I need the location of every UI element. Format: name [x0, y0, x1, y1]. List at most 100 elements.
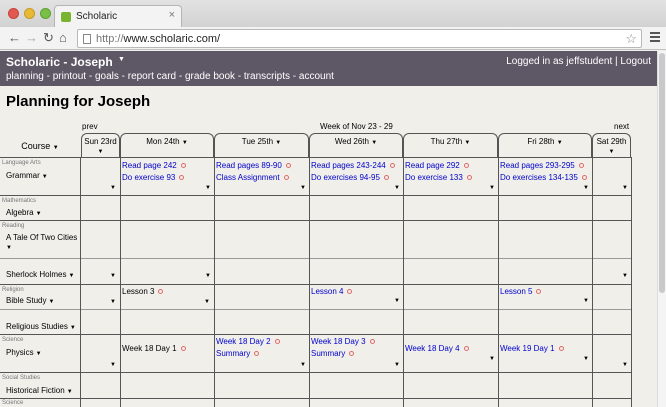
status-circle-icon[interactable]: [578, 163, 584, 169]
assignment-link[interactable]: Do exercise 133: [405, 173, 472, 182]
cell-menu-icon[interactable]: ▼: [204, 299, 210, 305]
day-header-sun[interactable]: Sun 23rd ▼: [81, 133, 120, 157]
cell-menu-icon[interactable]: ▼: [110, 362, 116, 368]
day-header-mon[interactable]: Mon 24th ▼: [120, 133, 214, 157]
course-historical-fiction[interactable]: Historical Fiction ▼: [6, 386, 73, 395]
browser-tab[interactable]: Scholaric ×: [54, 5, 182, 27]
status-circle-icon[interactable]: [581, 175, 587, 181]
status-circle-icon[interactable]: [180, 346, 186, 352]
assignment-link[interactable]: Summary: [216, 349, 260, 358]
bookmark-star-icon[interactable]: ☆: [625, 31, 637, 47]
cell-menu-icon[interactable]: ▼: [205, 185, 211, 191]
app-title[interactable]: Scholaric - Joseph: [6, 55, 113, 69]
status-circle-icon[interactable]: [347, 289, 353, 295]
status-circle-icon[interactable]: [369, 339, 375, 345]
cell-menu-icon[interactable]: ▼: [205, 273, 211, 279]
grid-line: [631, 157, 632, 407]
cell-menu-icon[interactable]: ▼: [583, 185, 589, 191]
course-sherlock-holmes[interactable]: Sherlock Holmes ▼: [6, 270, 74, 279]
status-circle-icon[interactable]: [389, 163, 395, 169]
assignment-link[interactable]: Week 18 Day 2: [216, 337, 280, 346]
login-status[interactable]: Logged in as jeffstudent | Logout: [506, 56, 651, 67]
status-circle-icon[interactable]: [349, 351, 355, 357]
cell-menu-icon[interactable]: ▼: [622, 273, 628, 279]
cell-menu-icon[interactable]: ▼: [394, 362, 400, 368]
course-algebra[interactable]: Algebra ▼: [6, 208, 42, 217]
prev-week-link[interactable]: prev: [82, 122, 98, 131]
tab-close-icon[interactable]: ×: [169, 9, 175, 21]
status-circle-icon[interactable]: [463, 163, 469, 169]
course-column-header[interactable]: Course ▼: [0, 136, 80, 158]
assignment-link[interactable]: Week 18 Day 1: [122, 344, 186, 353]
assignment-link[interactable]: Read pages 89-90: [216, 161, 291, 170]
status-circle-icon[interactable]: [274, 339, 280, 345]
day-header-wed[interactable]: Wed 26th ▼: [309, 133, 403, 157]
grid-line: [0, 309, 631, 310]
cell-menu-icon[interactable]: ▼: [110, 299, 116, 305]
status-circle-icon[interactable]: [283, 175, 289, 181]
assignment-link[interactable]: Do exercises 94-95: [311, 173, 389, 182]
cell-menu-icon[interactable]: ▼: [300, 362, 306, 368]
status-circle-icon[interactable]: [383, 175, 389, 181]
status-circle-icon[interactable]: [254, 351, 260, 357]
close-window-button[interactable]: [8, 8, 19, 19]
assignment-link[interactable]: Read pages 243-244: [311, 161, 395, 170]
status-circle-icon[interactable]: [463, 346, 469, 352]
assignment-link[interactable]: Do exercise 93: [122, 173, 185, 182]
course-grammar[interactable]: Grammar ▼: [6, 171, 48, 180]
day-header-fri[interactable]: Fri 28th ▼: [498, 133, 592, 157]
assignment-link[interactable]: Read pages 293-295: [500, 161, 584, 170]
cell-menu-icon[interactable]: ▼: [110, 273, 116, 279]
favicon-icon: [61, 12, 71, 22]
cell-menu-icon[interactable]: ▼: [489, 185, 495, 191]
address-bar[interactable]: http://www.scholaric.com/ ☆: [77, 29, 642, 48]
cell-menu-icon[interactable]: ▼: [583, 356, 589, 362]
cell-menu-icon[interactable]: ▼: [622, 185, 628, 191]
status-circle-icon[interactable]: [558, 346, 564, 352]
browser-menu-icon[interactable]: [650, 32, 660, 44]
day-header-thu[interactable]: Thu 27th ▼: [403, 133, 498, 157]
grid-line: [0, 157, 631, 158]
assignment-link[interactable]: Read page 242: [122, 161, 186, 170]
cell-menu-icon[interactable]: ▼: [394, 185, 400, 191]
status-circle-icon[interactable]: [180, 163, 186, 169]
reload-icon[interactable]: ↻: [43, 30, 54, 45]
status-circle-icon[interactable]: [179, 175, 185, 181]
assignment-link[interactable]: Lesson 3: [122, 287, 164, 296]
status-circle-icon[interactable]: [158, 289, 164, 295]
zoom-window-button[interactable]: [40, 8, 51, 19]
day-header-tue[interactable]: Tue 25th ▼: [214, 133, 309, 157]
cell-menu-icon[interactable]: ▼: [583, 298, 589, 304]
cell-menu-icon[interactable]: ▼: [300, 185, 306, 191]
assignment-link[interactable]: Lesson 4: [311, 287, 353, 296]
main-nav[interactable]: planning - printout - goals - report car…: [6, 71, 334, 82]
assignment-link[interactable]: Week 19 Day 1: [500, 344, 564, 353]
back-icon[interactable]: ←: [8, 30, 21, 45]
assignment-link[interactable]: Summary: [311, 349, 355, 358]
course-tale-of-two-cities[interactable]: A Tale Of Two Cities ▼: [6, 233, 77, 251]
status-circle-icon[interactable]: [466, 175, 472, 181]
cell-menu-icon[interactable]: ▼: [622, 362, 628, 368]
minimize-window-button[interactable]: [24, 8, 35, 19]
course-physics[interactable]: Physics ▼: [6, 348, 42, 357]
cell-menu-icon[interactable]: ▼: [489, 356, 495, 362]
scrollbar-thumb[interactable]: [659, 53, 665, 293]
assignment-link[interactable]: Read page 292: [405, 161, 469, 170]
day-header-sat[interactable]: Sat 29th ▼: [592, 133, 631, 157]
home-icon[interactable]: ⌂: [59, 30, 67, 45]
assignment-link[interactable]: Class Assignment: [216, 173, 289, 182]
cell-menu-icon[interactable]: ▼: [394, 298, 400, 304]
forward-icon[interactable]: →: [25, 30, 38, 45]
status-circle-icon[interactable]: [536, 289, 542, 295]
cell-menu-icon[interactable]: ▼: [110, 185, 116, 191]
page-scrollbar[interactable]: [657, 51, 666, 407]
next-week-link[interactable]: next: [614, 122, 629, 131]
assignment-link[interactable]: Lesson 5: [500, 287, 542, 296]
course-bible-study[interactable]: Bible Study ▼: [6, 296, 54, 305]
assignment-link[interactable]: Week 18 Day 3: [311, 337, 375, 346]
assignment-link[interactable]: Do exercises 134-135: [500, 173, 587, 182]
course-religious-studies[interactable]: Religious Studies ▼: [6, 322, 76, 331]
student-dropdown-icon[interactable]: ▼: [118, 56, 125, 63]
assignment-link[interactable]: Week 18 Day 4: [405, 344, 469, 353]
status-circle-icon[interactable]: [285, 163, 291, 169]
